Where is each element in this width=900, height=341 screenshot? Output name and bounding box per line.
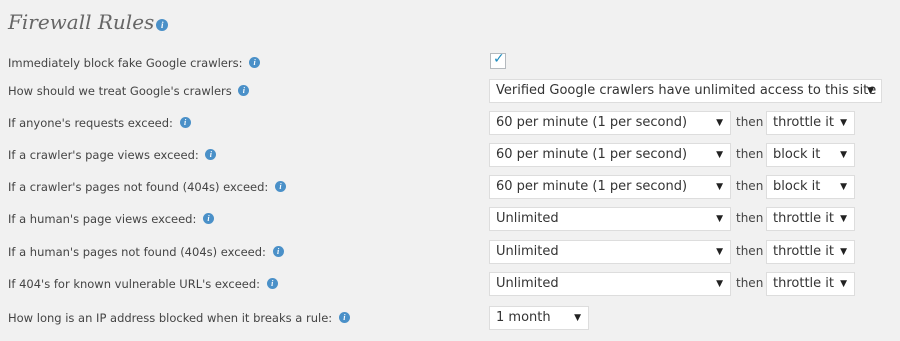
rule-label: If a crawler's page views exceed: (8, 148, 199, 162)
chevron-down-icon: ▼ (840, 279, 847, 289)
action-select[interactable]: throttle it ▼ (766, 272, 855, 296)
select-value: Unlimited (496, 276, 559, 291)
chevron-down-icon: ▼ (840, 118, 847, 128)
select-value: Verified Google crawlers have unlimited … (496, 83, 877, 98)
chevron-down-icon: ▼ (840, 247, 847, 257)
rate-limit-select[interactable]: Unlimited ▼ (489, 240, 731, 264)
info-icon[interactable]: i (272, 246, 284, 257)
rule-row-human-404s: If a human's pages not found (404s) exce… (0, 238, 900, 266)
select-value: throttle it (773, 211, 834, 226)
info-icon[interactable]: i (338, 312, 350, 323)
info-icon[interactable]: i (203, 213, 215, 224)
then-label: then (736, 115, 764, 129)
action-select[interactable]: throttle it ▼ (766, 240, 855, 264)
chevron-down-icon: ▼ (716, 150, 723, 160)
chevron-down-icon: ▼ (716, 214, 723, 224)
rule-label: How long is an IP address blocked when i… (8, 311, 333, 325)
info-icon[interactable]: i (205, 149, 217, 160)
select-value: 60 per minute (1 per second) (496, 179, 688, 194)
chevron-down-icon: ▼ (840, 214, 847, 224)
info-icon[interactable]: i (249, 57, 261, 68)
info-icon[interactable]: i (266, 278, 278, 289)
then-label: then (736, 147, 764, 161)
select-value: 60 per minute (1 per second) (496, 115, 688, 130)
rule-row-google-crawlers: How should we treat Google's crawlers i … (0, 77, 900, 105)
chevron-down-icon: ▼ (867, 86, 874, 96)
rate-limit-select[interactable]: Unlimited ▼ (489, 272, 731, 296)
rule-row-anyone-requests: If anyone's requests exceed: i 60 per mi… (0, 109, 900, 137)
page-title: Firewall Rules (8, 10, 155, 34)
then-label: then (736, 211, 764, 225)
action-select[interactable]: block it ▼ (766, 175, 855, 199)
select-value: 60 per minute (1 per second) (496, 147, 688, 162)
rule-row-block-duration: How long is an IP address blocked when i… (0, 304, 900, 332)
google-crawler-select[interactable]: Verified Google crawlers have unlimited … (489, 79, 882, 103)
chevron-down-icon: ▼ (716, 247, 723, 257)
block-fake-google-checkbox[interactable]: ✓ (490, 51, 506, 69)
rule-label: If a human's pages not found (404s) exce… (8, 245, 266, 259)
rule-label: If a human's page views exceed: (8, 212, 197, 226)
chevron-down-icon: ▼ (716, 118, 723, 128)
info-icon[interactable]: i (274, 181, 286, 192)
then-label: then (736, 244, 764, 258)
then-label: then (736, 179, 764, 193)
checkmark-icon: ✓ (493, 51, 505, 67)
rate-limit-select[interactable]: Unlimited ▼ (489, 207, 731, 231)
chevron-down-icon: ▼ (574, 313, 581, 323)
info-icon[interactable]: i (238, 85, 250, 96)
select-value: 1 month (496, 310, 551, 325)
info-icon[interactable]: i (156, 19, 169, 31)
action-select[interactable]: throttle it ▼ (766, 111, 855, 135)
block-duration-select[interactable]: 1 month ▼ (489, 306, 589, 330)
rate-limit-select[interactable]: 60 per minute (1 per second) ▼ (489, 175, 731, 199)
rule-row-block-fake-google: Immediately block fake Google crawlers: … (0, 49, 900, 77)
rule-label: If a crawler's pages not found (404s) ex… (8, 180, 269, 194)
rule-row-crawler-page-views: If a crawler's page views exceed: i 60 p… (0, 141, 900, 169)
info-icon[interactable]: i (179, 117, 191, 128)
rule-label: Immediately block fake Google crawlers: (8, 56, 243, 70)
then-label: then (736, 276, 764, 290)
select-value: throttle it (773, 115, 834, 130)
rate-limit-select[interactable]: 60 per minute (1 per second) ▼ (489, 143, 731, 167)
page-title-bar: Firewall Rules i (8, 8, 169, 36)
select-value: block it (773, 147, 821, 162)
rule-row-vulnerable-urls: If 404's for known vulnerable URL's exce… (0, 270, 900, 298)
chevron-down-icon: ▼ (840, 182, 847, 192)
action-select[interactable]: block it ▼ (766, 143, 855, 167)
rule-row-crawler-404s: If a crawler's pages not found (404s) ex… (0, 173, 900, 201)
rule-label: How should we treat Google's crawlers (8, 84, 232, 98)
select-value: throttle it (773, 244, 834, 259)
chevron-down-icon: ▼ (716, 279, 723, 289)
rule-label: If 404's for known vulnerable URL's exce… (8, 277, 261, 291)
select-value: block it (773, 179, 821, 194)
rule-label: If anyone's requests exceed: (8, 116, 173, 130)
select-value: Unlimited (496, 244, 559, 259)
rate-limit-select[interactable]: 60 per minute (1 per second) ▼ (489, 111, 731, 135)
select-value: throttle it (773, 276, 834, 291)
rule-row-human-page-views: If a human's page views exceed: i Unlimi… (0, 205, 900, 233)
select-value: Unlimited (496, 211, 559, 226)
chevron-down-icon: ▼ (840, 150, 847, 160)
chevron-down-icon: ▼ (716, 182, 723, 192)
action-select[interactable]: throttle it ▼ (766, 207, 855, 231)
